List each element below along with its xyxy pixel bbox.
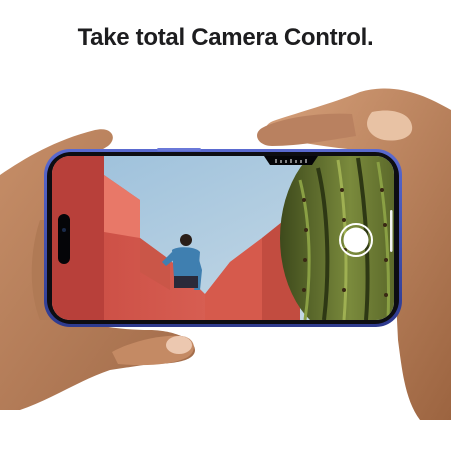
headline: Take total Camera Control. [77, 24, 374, 51]
shutter-button[interactable] [338, 222, 374, 258]
page: Take total Camera Control. [0, 0, 451, 451]
product-image [0, 88, 451, 420]
zoom-indicator [264, 156, 318, 165]
camera-island [58, 214, 70, 264]
camera-control-slider [390, 210, 393, 252]
